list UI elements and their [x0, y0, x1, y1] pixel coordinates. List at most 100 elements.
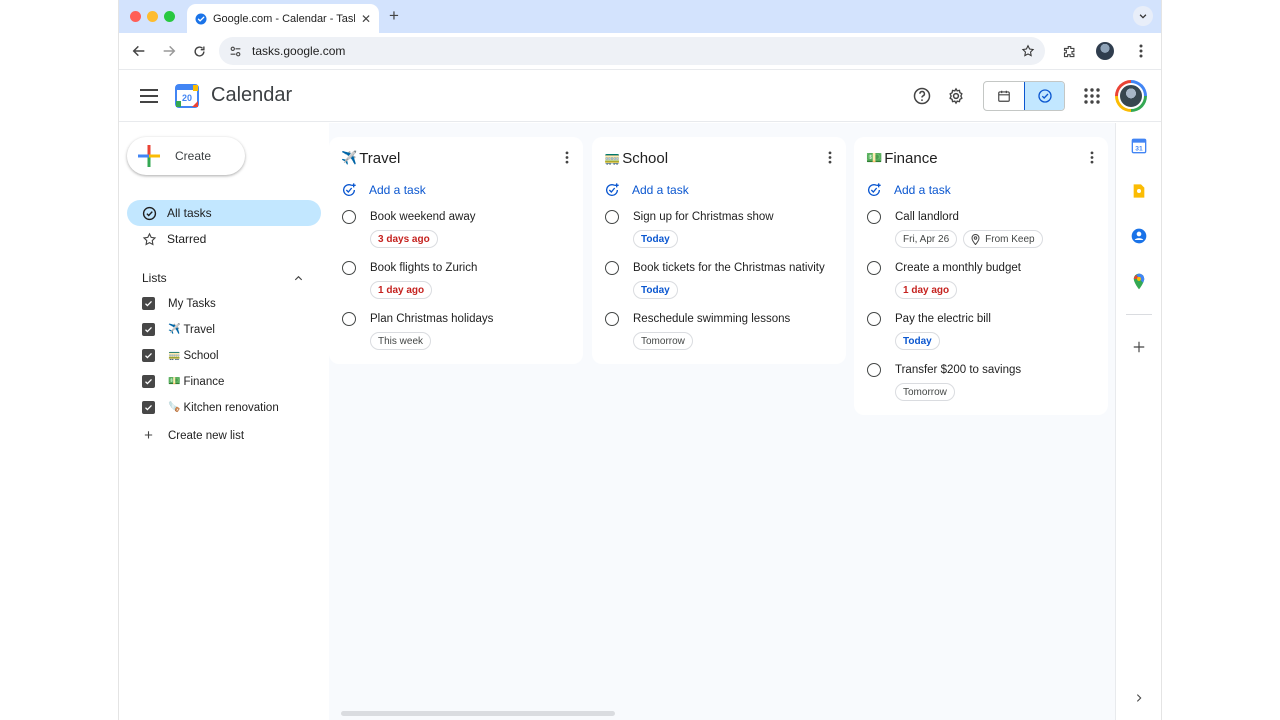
add-task-button[interactable]: Add a task	[854, 179, 1108, 201]
due-date-chip[interactable]: This week	[370, 332, 432, 350]
task-item[interactable]: Book tickets for the Christmas nativity …	[592, 260, 846, 303]
task-complete-checkbox[interactable]	[605, 210, 619, 224]
settings-button[interactable]	[939, 79, 973, 113]
back-button[interactable]	[125, 37, 153, 65]
card-header: 💵 Finance	[854, 147, 1108, 169]
task-complete-checkbox[interactable]	[867, 363, 881, 377]
google-apps-button[interactable]	[1075, 79, 1109, 113]
close-window-button[interactable]	[130, 11, 141, 22]
keep-app-icon[interactable]	[1130, 182, 1148, 200]
forward-button[interactable]	[155, 37, 183, 65]
task-complete-checkbox[interactable]	[867, 261, 881, 275]
zoom-window-button[interactable]	[164, 11, 175, 22]
due-date-chip[interactable]: Today	[633, 230, 678, 248]
due-date-chip[interactable]: Fri, Apr 26	[895, 230, 958, 248]
list-checkbox[interactable]	[142, 323, 155, 336]
due-date-chip[interactable]: 3 days ago	[370, 230, 438, 248]
task-item[interactable]: Plan Christmas holidays This week	[329, 311, 583, 354]
task-complete-checkbox[interactable]	[867, 312, 881, 326]
list-checkbox[interactable]	[142, 297, 155, 310]
due-date-chip[interactable]: Tomorrow	[895, 383, 955, 401]
task-complete-checkbox[interactable]	[605, 312, 619, 326]
due-date-chip[interactable]: 1 day ago	[895, 281, 958, 299]
list-item-finance[interactable]: 💵 Finance	[142, 375, 224, 388]
lists-header[interactable]: Lists	[142, 271, 304, 285]
new-tab-button[interactable]: +	[389, 6, 399, 26]
sidebar-item-label: All tasks	[167, 206, 212, 220]
extensions-button[interactable]	[1055, 37, 1083, 65]
list-checkbox[interactable]	[142, 401, 155, 414]
list-item-school[interactable]: 🚃 School	[142, 349, 219, 362]
task-item[interactable]: Call landlord Fri, Apr 26 From Keep	[854, 209, 1108, 252]
create-button[interactable]: Create	[127, 137, 245, 175]
site-info-icon[interactable]	[229, 45, 242, 58]
task-complete-checkbox[interactable]	[867, 210, 881, 224]
task-item[interactable]: Transfer $200 to savings Tomorrow	[854, 362, 1108, 405]
add-task-button[interactable]: Add a task	[329, 179, 583, 201]
task-complete-checkbox[interactable]	[342, 261, 356, 275]
tab-close-icon[interactable]: ✕	[361, 12, 371, 26]
task-title: Create a monthly budget	[895, 262, 1021, 274]
contacts-app-icon[interactable]	[1130, 227, 1148, 245]
chevron-right-icon[interactable]	[1130, 689, 1148, 707]
task-item[interactable]: Sign up for Christmas show Today	[592, 209, 846, 252]
tab-search-button[interactable]	[1133, 6, 1153, 26]
task-item[interactable]: Book weekend away 3 days ago	[329, 209, 583, 252]
list-checkbox[interactable]	[142, 375, 155, 388]
calendar-view-button[interactable]	[984, 82, 1024, 110]
add-icon[interactable]	[1130, 338, 1148, 356]
profile-button[interactable]	[1091, 37, 1119, 65]
chevron-up-icon[interactable]	[293, 273, 304, 284]
calendar-app-icon[interactable]: 31	[1130, 137, 1148, 155]
card-title: Finance	[884, 149, 938, 167]
create-new-list-button[interactable]: + Create new list	[142, 427, 244, 444]
puzzle-icon	[1063, 45, 1074, 57]
list-label: My Tasks	[168, 297, 216, 310]
task-complete-checkbox[interactable]	[605, 261, 619, 275]
checkmark-icon	[145, 352, 152, 359]
browser-menu-button[interactable]	[1127, 37, 1155, 65]
due-date-chip[interactable]: Today	[633, 281, 678, 299]
list-item-travel[interactable]: ✈️ Travel	[142, 323, 215, 336]
help-button[interactable]	[905, 79, 939, 113]
due-date-chip[interactable]: Today	[895, 332, 940, 350]
list-options-button[interactable]	[828, 151, 832, 168]
list-item-kitchen-renovation[interactable]: 🪚 Kitchen renovation	[142, 401, 279, 414]
tasks-view-button[interactable]	[1024, 82, 1064, 110]
address-bar[interactable]: tasks.google.com	[219, 37, 1045, 65]
list-options-button[interactable]	[1090, 151, 1094, 168]
minimize-window-button[interactable]	[147, 11, 158, 22]
maps-app-icon[interactable]	[1130, 272, 1148, 290]
task-complete-checkbox[interactable]	[342, 210, 356, 224]
add-task-label: Add a task	[632, 183, 689, 197]
horizontal-scrollbar[interactable]	[341, 711, 615, 716]
task-title: Pay the electric bill	[895, 313, 991, 325]
more-vert-icon	[828, 151, 832, 164]
task-item[interactable]: Reschedule swimming lessons Tomorrow	[592, 311, 846, 354]
star-icon	[141, 231, 157, 247]
bookmark-star-icon[interactable]	[1021, 44, 1035, 58]
main-menu-button[interactable]	[137, 84, 161, 108]
source-keep-chip[interactable]: From Keep	[963, 230, 1043, 248]
due-date-chip[interactable]: Tomorrow	[633, 332, 693, 350]
gear-icon	[949, 87, 963, 105]
add-task-button[interactable]: Add a task	[592, 179, 846, 201]
due-date-chip[interactable]: 1 day ago	[370, 281, 433, 299]
sidebar-item-starred[interactable]: Starred	[127, 226, 321, 252]
reload-button[interactable]	[185, 37, 213, 65]
sidebar-item-all-tasks[interactable]: All tasks	[127, 200, 321, 226]
task-complete-checkbox[interactable]	[342, 312, 356, 326]
task-list-card-finance: 💵 Finance Add a task Call landlord Fri, …	[854, 137, 1108, 415]
list-label: Travel	[183, 323, 215, 336]
card-header: 🚃 School	[592, 147, 846, 169]
task-item[interactable]: Pay the electric bill Today	[854, 311, 1108, 354]
airplane-emoji-icon: ✈️	[168, 324, 181, 335]
account-avatar[interactable]	[1115, 80, 1147, 112]
browser-tab[interactable]: Google.com - Calendar - Tasks ✕	[187, 4, 379, 33]
task-item[interactable]: Book flights to Zurich 1 day ago	[329, 260, 583, 303]
list-checkbox[interactable]	[142, 349, 155, 362]
task-item[interactable]: Create a monthly budget 1 day ago	[854, 260, 1108, 303]
tool-emoji-icon: 🪚	[168, 402, 181, 413]
list-options-button[interactable]	[565, 151, 569, 168]
list-item-my-tasks[interactable]: My Tasks	[142, 297, 216, 310]
